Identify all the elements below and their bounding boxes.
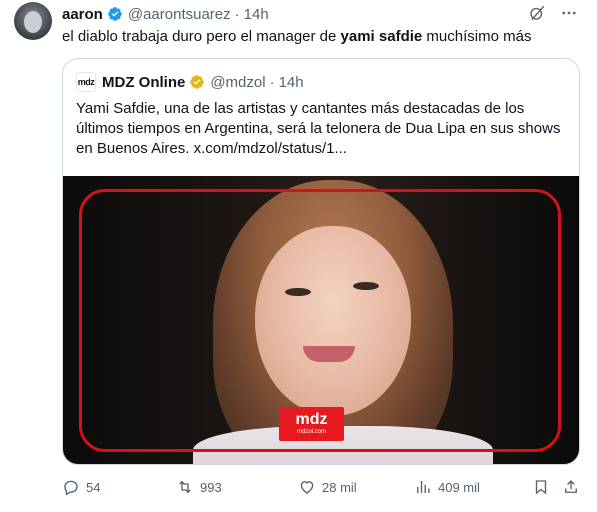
quoted-tweet-image[interactable]: mdz mdzol.com	[63, 176, 579, 464]
views-count: 409 mil	[438, 479, 480, 495]
like-button[interactable]: 28 mil	[298, 478, 357, 496]
reply-count: 54	[86, 479, 101, 495]
repost-icon	[179, 480, 191, 494]
bookmark-button[interactable]	[532, 478, 550, 496]
tweet-top-icons	[527, 3, 579, 23]
image-badge-main: mdz	[295, 411, 328, 428]
quoted-author-handle[interactable]: @mdzol	[210, 74, 265, 91]
separator-dot: ·	[234, 5, 240, 23]
tweet-header: aaron @aarontsuarez · 14h	[62, 4, 269, 24]
quoted-tweet-header: mdz MDZ Online @mdzol · 14h	[76, 72, 304, 92]
tweet-text: el diablo trabaja duro pero el manager d…	[62, 27, 531, 47]
tweet-text-bold: yami safdie	[340, 28, 423, 45]
like-icon	[300, 481, 314, 494]
share-button[interactable]	[562, 478, 580, 496]
verified-icon	[108, 7, 122, 21]
quoted-author-name[interactable]: MDZ Online	[102, 74, 185, 91]
avatar-face	[24, 11, 42, 33]
more-icon[interactable]	[559, 3, 579, 23]
quoted-tweet[interactable]: mdz MDZ Online @mdzol · 14h Yami Safdie,…	[62, 58, 580, 465]
quoted-avatar-text: mdz	[77, 77, 95, 87]
quoted-tweet-time[interactable]: 14h	[279, 74, 304, 91]
share-icon	[565, 480, 577, 493]
repost-count: 993	[200, 479, 222, 495]
views-button[interactable]: 409 mil	[414, 478, 480, 496]
like-count: 28 mil	[322, 479, 357, 495]
grok-icon[interactable]	[527, 3, 547, 23]
quoted-avatar[interactable]: mdz	[76, 72, 96, 92]
avatar[interactable]	[14, 2, 52, 40]
views-icon	[417, 481, 430, 493]
tweet-actions: 54 993 28 mil 409 mil	[62, 478, 582, 498]
reply-button[interactable]: 54	[62, 478, 100, 496]
repost-button[interactable]: 993	[176, 478, 222, 496]
author-name[interactable]: aaron	[62, 6, 103, 23]
image-badge-sub: mdzol.com	[296, 429, 326, 435]
tweet-time[interactable]: 14h	[244, 6, 269, 23]
image-brand-badge: mdz mdzol.com	[279, 407, 344, 441]
reply-icon	[64, 480, 78, 496]
tweet-text-part1: el diablo trabaja duro pero el manager d…	[62, 28, 341, 45]
quoted-separator-dot: ·	[269, 73, 275, 91]
author-handle[interactable]: @aarontsuarez	[128, 6, 231, 23]
tweet[interactable]: aaron @aarontsuarez · 14h el diablo trab…	[0, 0, 597, 512]
tweet-text-part2: muchísimo más	[422, 28, 532, 45]
gold-verified-icon	[190, 75, 205, 89]
bookmark-icon	[535, 480, 547, 495]
quoted-tweet-text: Yami Safdie, una de las artistas y canta…	[76, 100, 561, 157]
